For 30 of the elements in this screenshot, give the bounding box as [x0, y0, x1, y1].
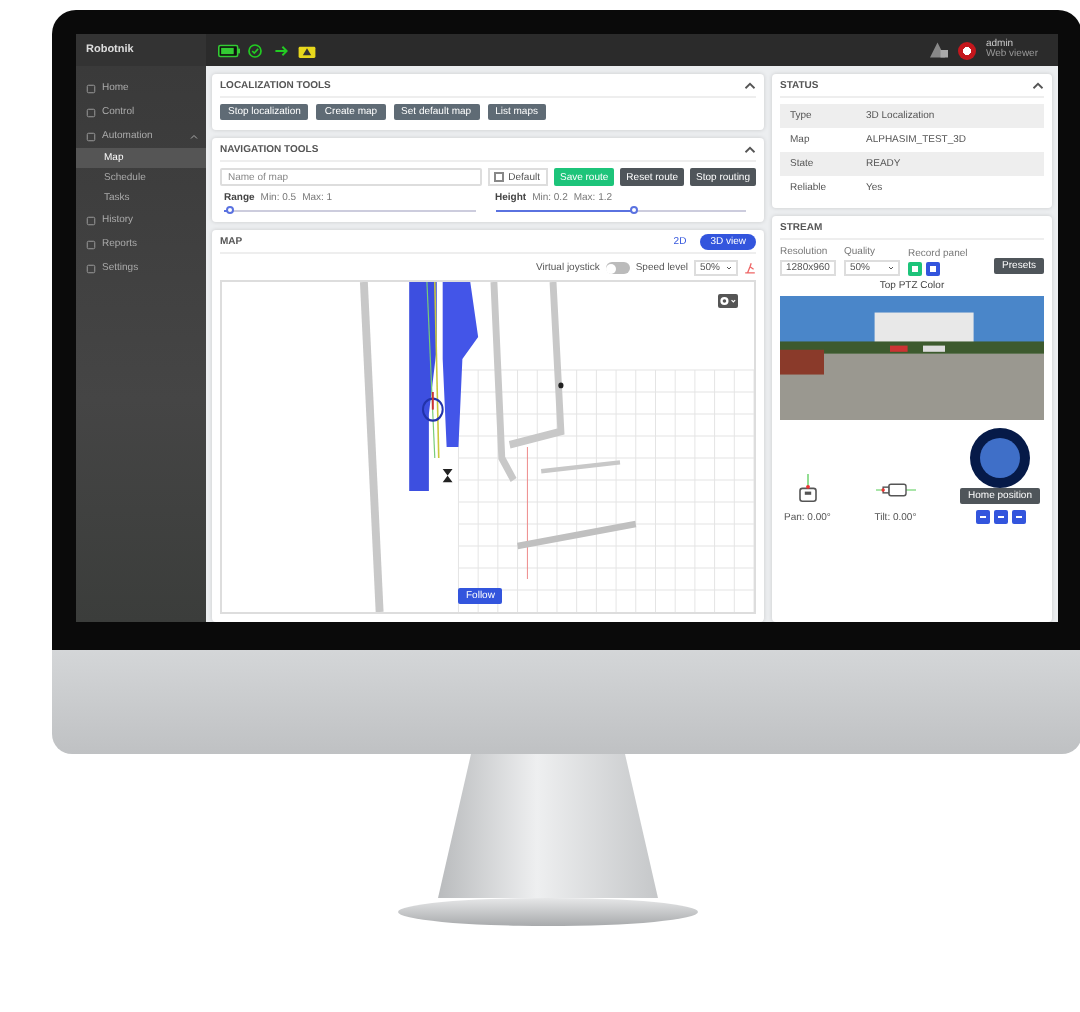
minus-icon: [1015, 514, 1022, 520]
chevron-up-icon: [1032, 81, 1044, 89]
minus-icon: [997, 514, 1004, 520]
menu-item-icon: [86, 215, 96, 225]
avatar[interactable]: [957, 41, 976, 59]
slider-thumb[interactable]: [629, 206, 638, 214]
chevron-up-icon: [744, 145, 756, 153]
menu-item-icon: [86, 131, 96, 141]
settings-button[interactable]: [718, 294, 738, 308]
joystick-toggle[interactable]: [605, 262, 630, 274]
battery-icon: [218, 43, 240, 57]
ptz-button[interactable]: [1011, 510, 1026, 524]
check-circle-icon: [244, 43, 266, 57]
snapshot-button[interactable]: [926, 262, 940, 276]
minus-icon: [979, 514, 986, 520]
ptz-button[interactable]: [993, 510, 1008, 524]
gear-icon: [720, 296, 736, 306]
menu-item-icon: [86, 263, 96, 273]
square-icon: [912, 266, 918, 272]
square-icon: [930, 266, 936, 272]
ptz-button[interactable]: [975, 510, 990, 524]
robot-arm-icon: [744, 262, 756, 274]
slider-thumb[interactable]: [225, 206, 233, 214]
menu-item-icon: [86, 107, 96, 117]
chevron-up-icon: [744, 81, 756, 89]
menu-item-icon: [86, 239, 96, 249]
joystick-pad[interactable]: [970, 428, 1031, 488]
chevron-up-icon: [190, 133, 198, 139]
warning-icon: [296, 43, 318, 57]
menu-item-icon: [86, 83, 96, 93]
